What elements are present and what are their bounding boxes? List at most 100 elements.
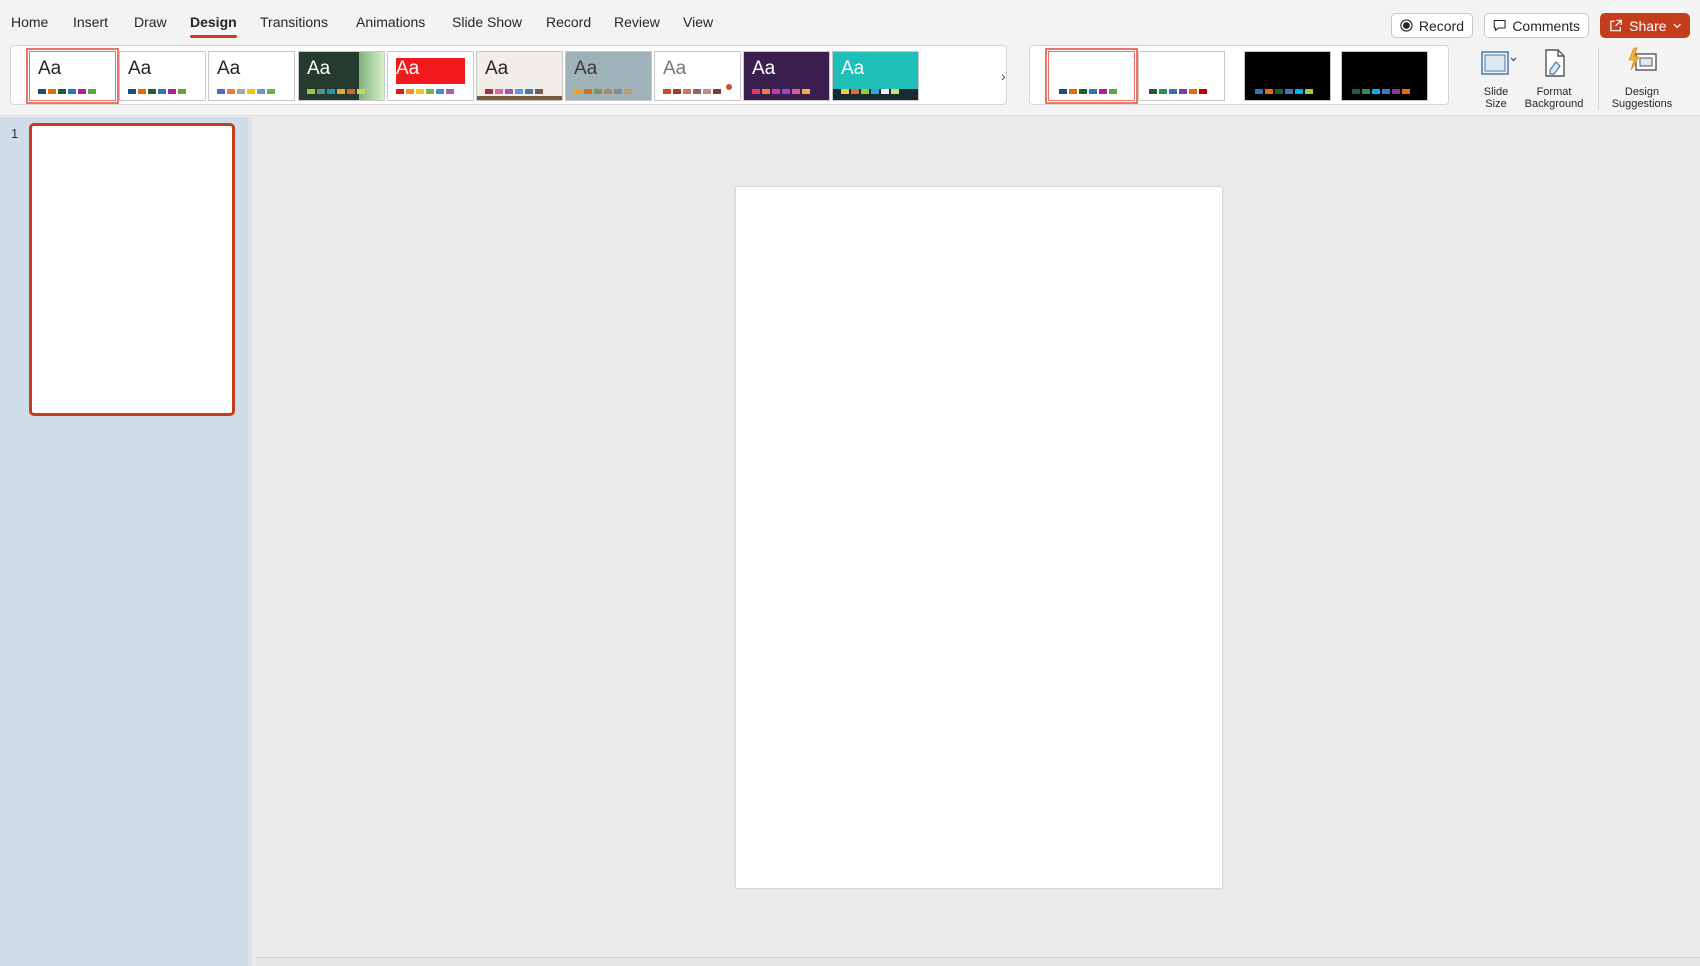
color-swatch [217, 89, 225, 94]
color-swatch [535, 89, 543, 94]
record-button[interactable]: Record [1391, 13, 1473, 38]
theme-preview-text: Aa [574, 58, 598, 79]
color-swatch [1059, 89, 1067, 94]
color-swatch [802, 89, 810, 94]
tab-record[interactable]: Record [546, 14, 591, 36]
color-swatch [703, 89, 711, 94]
slide-number: 1 [11, 126, 19, 141]
comments-button[interactable]: Comments [1484, 13, 1589, 38]
theme-preview-text: Aa [663, 58, 687, 79]
tab-animations[interactable]: Animations [356, 14, 425, 36]
color-swatch [584, 89, 592, 94]
color-swatch [604, 89, 612, 94]
color-swatch [307, 89, 315, 94]
color-swatch [317, 89, 325, 94]
color-swatch [88, 89, 96, 94]
slide-size-button[interactable]: Slide Size [1468, 46, 1524, 110]
theme-preview-text: Aa [752, 58, 776, 79]
color-swatch [138, 89, 146, 94]
color-swatch [1159, 89, 1167, 94]
format-background-icon [1545, 49, 1565, 77]
theme-thumbnail[interactable]: Aa [476, 51, 563, 101]
color-swatch [574, 89, 582, 94]
color-swatch [614, 89, 622, 94]
theme-thumbnail[interactable]: Aa [387, 51, 474, 101]
color-swatches [38, 89, 96, 94]
variant-thumbnail[interactable] [1045, 48, 1138, 104]
tab-review[interactable]: Review [614, 14, 660, 36]
color-swatch [58, 89, 66, 94]
themes-gallery: Aa Aa Aa Aa Aa Aa Aa Aa Aa Aa › [10, 45, 1007, 105]
color-swatch [426, 89, 434, 94]
tab-view[interactable]: View [683, 14, 713, 36]
color-swatch [752, 89, 760, 94]
theme-preview-text: Aa [307, 58, 331, 79]
color-swatch [1099, 89, 1107, 94]
record-icon [1400, 19, 1413, 32]
theme-thumbnail[interactable]: Aa [654, 51, 741, 101]
color-swatch [713, 89, 721, 94]
design-ribbon: Aa Aa Aa Aa Aa Aa Aa Aa Aa Aa › Slide Size Format… [0, 44, 1700, 116]
theme-thumbnail[interactable]: Aa [832, 51, 919, 101]
tab-draw[interactable]: Draw [134, 14, 167, 36]
comment-icon [1493, 19, 1506, 32]
theme-thumbnail[interactable]: Aa [26, 48, 119, 104]
variant-thumbnail[interactable] [1341, 51, 1428, 101]
tab-design[interactable]: Design [190, 14, 237, 38]
format-background-button[interactable]: Format Background [1520, 46, 1588, 110]
color-swatch [396, 89, 404, 94]
color-swatch [446, 89, 454, 94]
theme-thumbnail[interactable]: Aa [208, 51, 295, 101]
color-swatch [128, 89, 136, 94]
theme-decoration [726, 84, 732, 90]
theme-thumbnail[interactable]: Aa [119, 51, 206, 101]
tab-home[interactable]: Home [11, 14, 48, 36]
color-swatch [1265, 89, 1273, 94]
color-swatch [48, 89, 56, 94]
theme-thumbnail[interactable]: Aa [298, 51, 385, 101]
color-swatch [158, 89, 166, 94]
theme-thumbnail[interactable]: Aa [565, 51, 652, 101]
notes-divider[interactable] [256, 957, 1700, 966]
slide-size-label: Slide Size [1483, 86, 1509, 110]
theme-preview-text: Aa [841, 58, 865, 79]
color-swatches [396, 89, 454, 94]
color-swatch [525, 89, 533, 94]
color-swatches [663, 89, 721, 94]
tab-transitions[interactable]: Transitions [260, 14, 328, 36]
color-swatch [168, 89, 176, 94]
color-swatch [851, 89, 859, 94]
color-swatch [673, 89, 681, 94]
color-swatches [485, 89, 543, 94]
theme-thumbnail[interactable]: Aa [743, 51, 830, 101]
share-button[interactable]: Share [1600, 13, 1690, 38]
variant-thumbnail[interactable] [1138, 51, 1225, 101]
color-swatches [217, 89, 275, 94]
slide-thumbnail[interactable] [29, 123, 235, 416]
color-swatches [307, 89, 365, 94]
color-swatch [1382, 89, 1390, 94]
color-swatches [841, 89, 899, 94]
chevron-down-icon[interactable] [1673, 23, 1681, 29]
color-swatch [38, 89, 46, 94]
color-swatches [1352, 89, 1410, 94]
color-swatch [1069, 89, 1077, 94]
design-suggestions-button[interactable]: Design Suggestions [1606, 46, 1678, 110]
color-swatch [1199, 89, 1207, 94]
color-swatch [406, 89, 414, 94]
variant-thumbnail[interactable] [1244, 51, 1331, 101]
color-swatch [1295, 89, 1303, 94]
tab-slide-show[interactable]: Slide Show [452, 14, 522, 36]
color-swatch [515, 89, 523, 94]
color-swatch [1189, 89, 1197, 94]
theme-preview-text: Aa [396, 58, 420, 79]
slide[interactable] [736, 187, 1222, 888]
chevron-right-icon[interactable]: › [1001, 68, 1006, 84]
color-swatch [792, 89, 800, 94]
slide-editing-canvas [256, 117, 1700, 957]
color-swatch [782, 89, 790, 94]
color-swatch [337, 89, 345, 94]
tab-insert[interactable]: Insert [73, 14, 108, 36]
share-icon [1610, 19, 1622, 32]
color-swatch [436, 89, 444, 94]
